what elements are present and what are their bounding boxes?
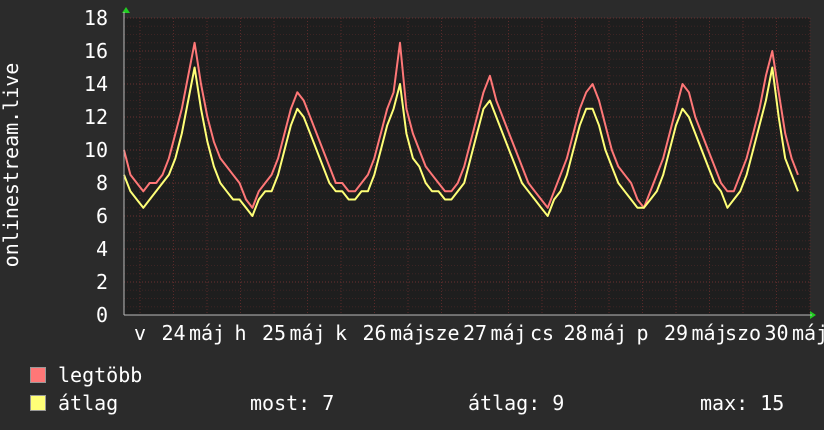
y-tick-label: 8 [96,171,108,195]
x-tick-label: 24 [161,321,185,345]
x-tick-label: 25 [262,321,286,345]
x-tick-label: 27 [463,321,487,345]
x-tick-label: sze [423,321,459,345]
x-tick-label: k [335,321,347,345]
y-axis-label: onlinestream.live [0,63,23,268]
y-axis-arrow-icon [122,7,130,13]
x-tick-label: h [234,321,246,345]
y-tick-label: 16 [84,39,108,63]
x-tick-label: 28 [563,321,587,345]
y-tick-label: 12 [84,105,108,129]
x-tick-label: máj [490,321,526,345]
legend-label-max: legtöbb [58,363,143,387]
legend-swatch-max [30,366,46,383]
y-tick-label: 10 [84,138,108,162]
x-axis: v 24 máj h 25 máj k 26 májsze 27 máj cs 28 máj p 29 májs… [134,321,824,345]
x-tick-label: 30 [764,321,788,345]
x-tick-label: máj [691,321,727,345]
legend-swatch-avg [30,394,46,411]
stat-average: átlag: 9 [468,391,565,415]
legend-label-avg: átlag [58,391,119,415]
y-axis: 0 2 4 6 8 10 12 14 16 18 [84,6,108,327]
x-tick-label: p [636,321,648,345]
x-tick-label: máj [390,321,426,345]
y-tick-label: 2 [96,270,108,294]
stat-max: max: 15 [700,391,785,415]
y-tick-label: 14 [84,72,108,96]
x-tick-label: 29 [664,321,688,345]
chart: 024681012141618 v 24 máj h 25 máj k 26 májsze 27 m… [0,6,824,345]
x-tick-label: szo [725,321,761,345]
stat-now: most: 7 [250,391,335,415]
y-tick-label: 4 [96,237,108,261]
legend-item-max: legtöbb [30,363,142,387]
y-tick-label: 6 [96,204,108,228]
x-tick-label: máj [591,321,627,345]
x-tick-label: 26 [362,321,386,345]
legend-item-avg: átlag [30,391,118,415]
x-tick-label: cs [530,321,554,345]
x-tick-label: máj [792,321,824,345]
x-tick-label: máj [289,321,325,345]
x-tick-label: máj [189,321,225,345]
x-tick-label: v [134,321,146,345]
y-tick-label: 18 [84,6,108,30]
y-tick-label: 0 [96,303,108,327]
